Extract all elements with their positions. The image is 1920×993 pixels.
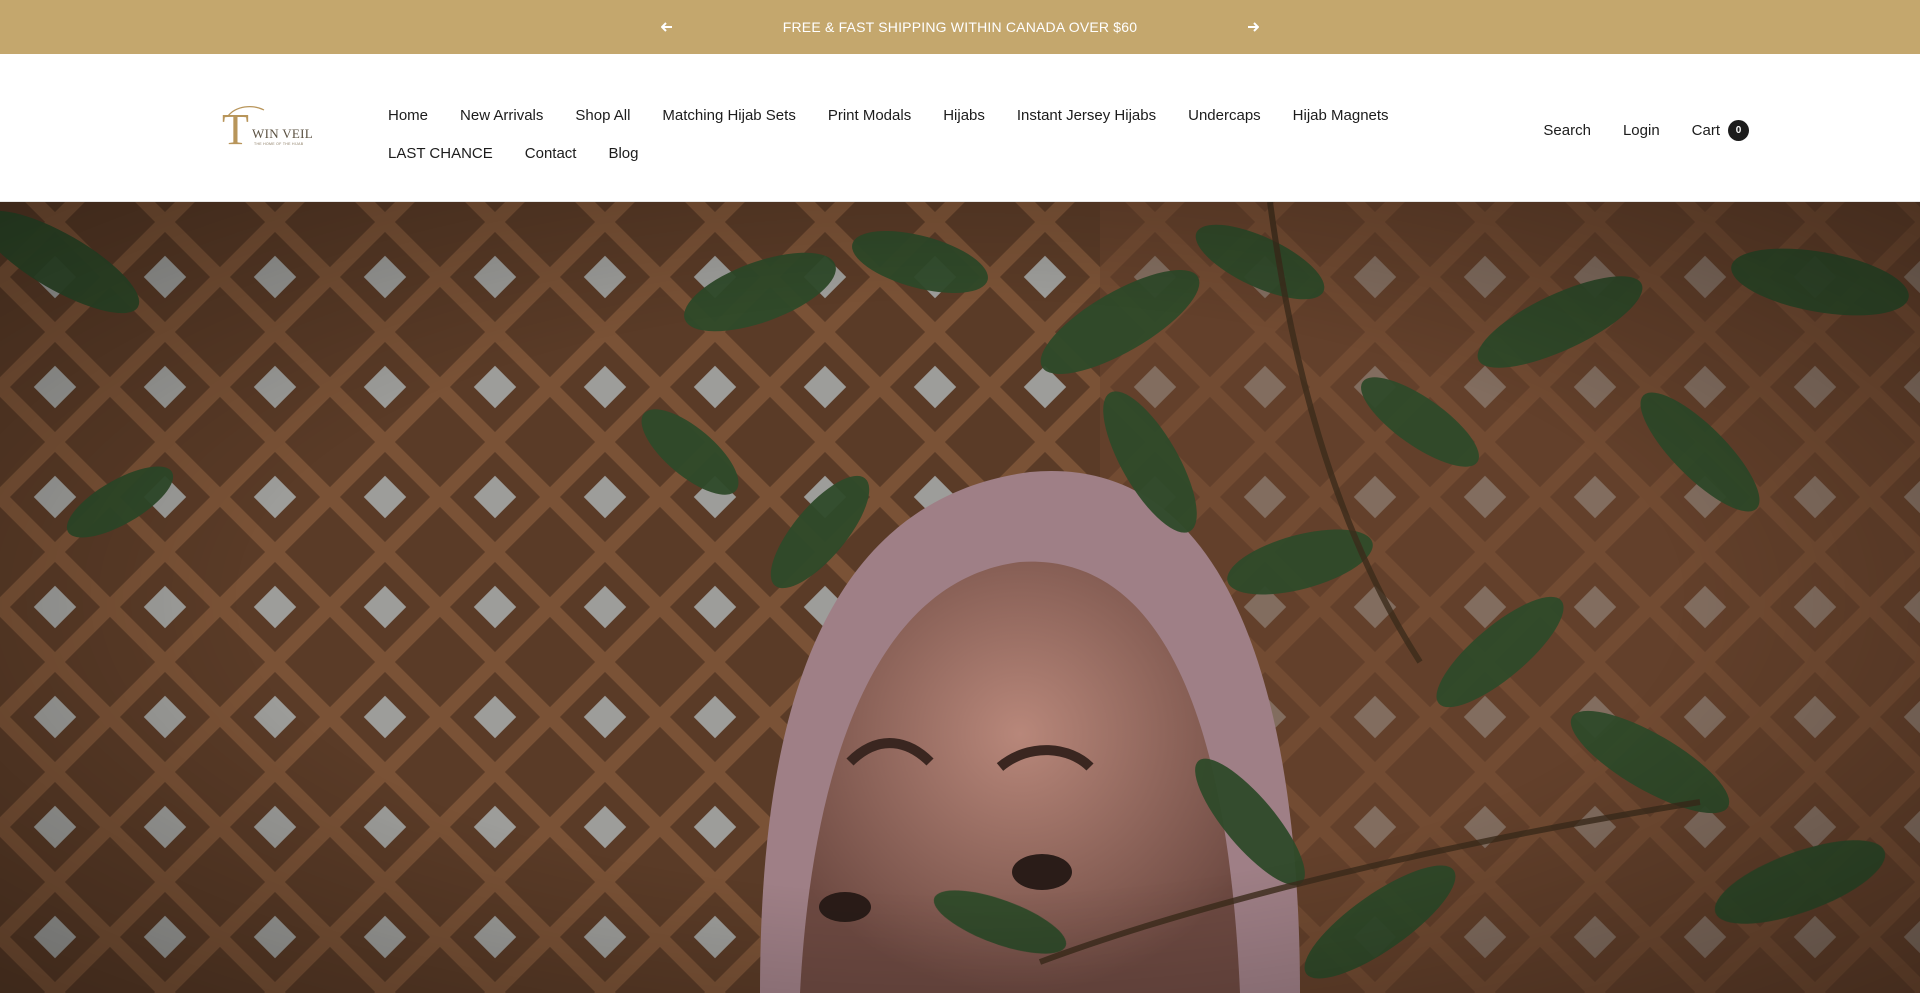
- logo-letter: T: [222, 105, 249, 154]
- nav-item-last-chance[interactable]: LAST CHANCE: [388, 145, 493, 162]
- search-link[interactable]: Search: [1543, 122, 1591, 139]
- arrow-left-icon[interactable]: [657, 17, 677, 37]
- cart-label: Cart: [1691, 121, 1720, 139]
- site-header: T WIN VEIL THE HOME OF THE HIJAB Home Ne…: [0, 54, 1920, 202]
- nav-row-1: Home New Arrivals Shop All Matching Hija…: [388, 96, 1448, 134]
- logo-wordmark: WIN VEIL: [252, 126, 314, 141]
- nav-item-blog[interactable]: Blog: [608, 145, 638, 162]
- arrow-right-icon[interactable]: [1243, 17, 1263, 37]
- cart-count-badge: 0: [1728, 119, 1749, 141]
- nav-item-matching-hijab-sets[interactable]: Matching Hijab Sets: [662, 107, 795, 124]
- hero-banner: [0, 202, 1920, 993]
- nav-item-hijabs[interactable]: Hijabs: [943, 107, 985, 124]
- hero-image: [0, 202, 1920, 993]
- nav-item-undercaps[interactable]: Undercaps: [1188, 107, 1261, 124]
- nav-item-hijab-magnets[interactable]: Hijab Magnets: [1293, 107, 1389, 124]
- announcement-message: FREE & FAST SHIPPING WITHIN CANADA OVER …: [782, 19, 1138, 35]
- logo[interactable]: T WIN VEIL THE HOME OF THE HIJAB: [222, 104, 318, 154]
- header-actions: Search Login Cart 0: [1511, 117, 1749, 143]
- cart-link[interactable]: Cart 0: [1691, 119, 1749, 141]
- announcement-bar: FREE & FAST SHIPPING WITHIN CANADA OVER …: [0, 0, 1920, 54]
- nav-item-contact[interactable]: Contact: [525, 145, 577, 162]
- nav-item-print-modals[interactable]: Print Modals: [828, 107, 911, 124]
- login-link[interactable]: Login: [1623, 122, 1660, 139]
- nav-item-new-arrivals[interactable]: New Arrivals: [460, 107, 543, 124]
- logo-tagline: THE HOME OF THE HIJAB: [254, 142, 304, 146]
- nav-item-shop-all[interactable]: Shop All: [575, 107, 630, 124]
- nav-item-home[interactable]: Home: [388, 107, 428, 124]
- main-nav: Home New Arrivals Shop All Matching Hija…: [388, 96, 1448, 172]
- nav-row-2: LAST CHANCE Contact Blog: [388, 134, 1448, 172]
- nav-item-instant-jersey-hijabs[interactable]: Instant Jersey Hijabs: [1017, 107, 1156, 124]
